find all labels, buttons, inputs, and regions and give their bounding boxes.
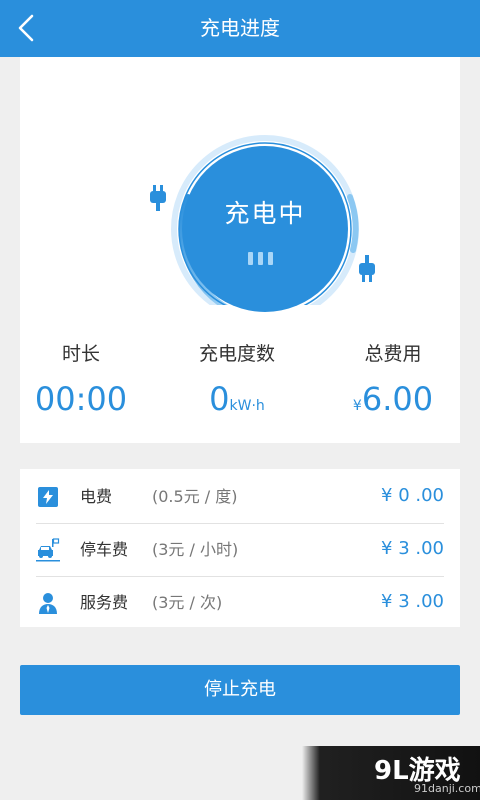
- fee-row-service: 服务费 (3元 / 次) ¥ 3 .00: [36, 577, 444, 629]
- top-header: 充电进度: [0, 0, 480, 57]
- fee-name: 服务费: [80, 593, 129, 612]
- charging-status-card: 充电中 时长 00:00 充电度数 0kW·h 总费用 ¥6.00: [20, 57, 460, 443]
- watermark-url: 91danji.com: [414, 782, 480, 795]
- stat-energy: 充电度数 0kW·h: [162, 339, 312, 418]
- fee-rate: (3元 / 小时): [152, 540, 239, 559]
- charging-indicator: 充电中: [182, 146, 348, 312]
- fee-name: 停车费: [80, 540, 129, 559]
- fee-breakdown-card: 电费 (0.5元 / 度) ¥ 0 .00 停车费 (3元 / 小时) ¥ 3 …: [20, 469, 460, 627]
- page-title: 充电进度: [200, 16, 280, 40]
- fee-name: 电费: [80, 487, 113, 506]
- total-fee-value-wrap: ¥6.00: [318, 380, 468, 418]
- fee-row-electricity: 电费 (0.5元 / 度) ¥ 0 .00: [36, 471, 444, 524]
- currency-symbol: ¥: [352, 398, 362, 414]
- stop-charging-button[interactable]: 停止充电: [20, 665, 460, 715]
- stat-duration: 时长 00:00: [6, 339, 156, 418]
- charging-status-text: 充电中: [224, 199, 306, 228]
- watermark-logo: 9L游戏 91danji.com: [296, 746, 480, 800]
- lightning-icon: [38, 487, 58, 507]
- total-fee-value: 6.00: [361, 380, 434, 418]
- duration-value: 00:00: [34, 380, 128, 418]
- fee-row-parking: 停车费 (3元 / 小时) ¥ 3 .00: [36, 524, 444, 577]
- charging-dial: 充电中: [140, 105, 375, 312]
- plug-right-icon: [359, 255, 375, 282]
- energy-label: 充电度数: [198, 343, 275, 365]
- fee-rate: (3元 / 次): [152, 593, 223, 612]
- loading-dots-icon: [248, 250, 278, 269]
- fee-amount: ¥ 3 .00: [381, 538, 444, 559]
- car-parking-icon: [36, 538, 60, 562]
- energy-unit: kW·h: [229, 398, 265, 414]
- total-fee-label: 总费用: [364, 343, 422, 365]
- energy-value: 0: [209, 380, 230, 418]
- service-person-icon: [39, 593, 57, 614]
- fee-amount: ¥ 3 .00: [381, 591, 444, 612]
- fee-amount: ¥ 0 .00: [381, 485, 444, 506]
- plug-left-icon: [150, 185, 166, 211]
- fee-rate: (0.5元 / 度): [152, 487, 238, 506]
- charging-stats: 时长 00:00 充电度数 0kW·h 总费用 ¥6.00: [20, 339, 460, 419]
- energy-value-wrap: 0kW·h: [162, 380, 312, 418]
- duration-label: 时长: [61, 343, 100, 365]
- stat-total-fee: 总费用 ¥6.00: [318, 339, 468, 418]
